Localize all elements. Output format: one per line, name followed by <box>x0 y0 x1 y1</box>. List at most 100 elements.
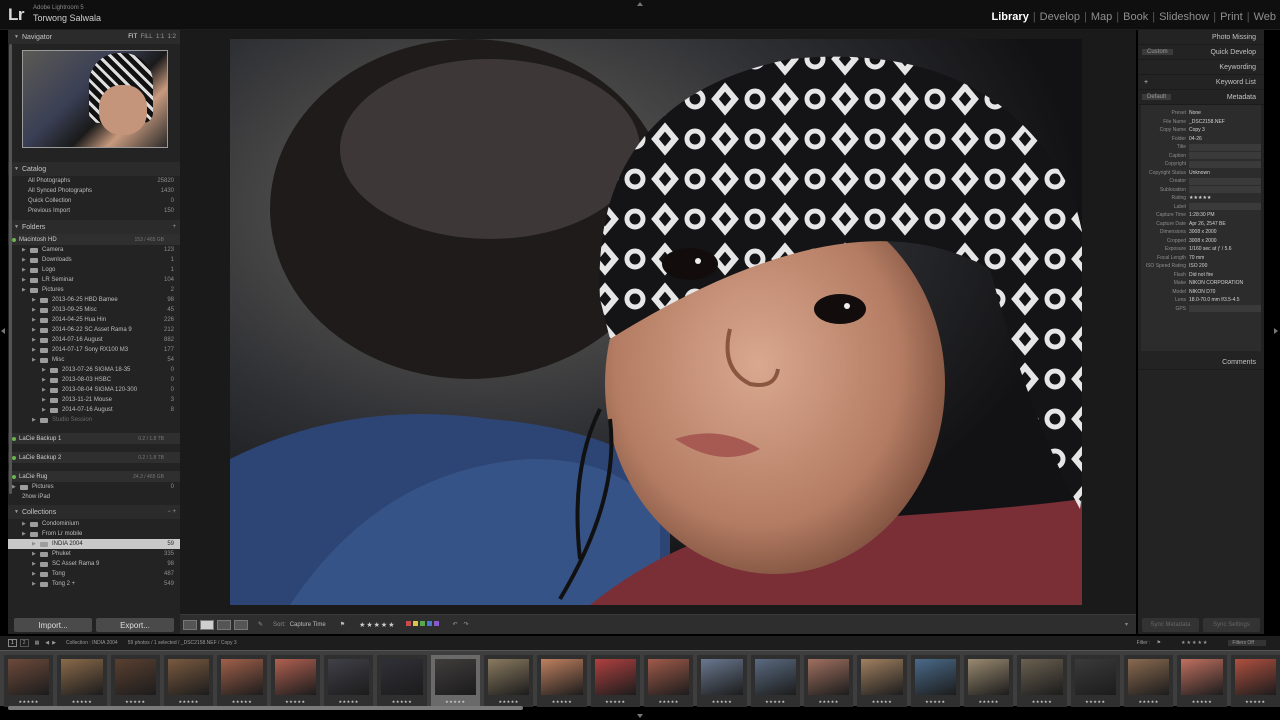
folder-item[interactable]: ▶ 2013-09-25 Misc 45 <box>8 305 180 315</box>
metadata-value[interactable]: 1:28:30 PM <box>1189 212 1261 218</box>
metadata-row[interactable]: Focal Length 70 mm <box>1141 254 1261 263</box>
loupe-view-button[interactable] <box>200 619 214 630</box>
navigator-zoom-options[interactable]: FIT FILL 1:1 1:2 <box>128 34 176 40</box>
export-button[interactable]: Export... <box>96 618 174 632</box>
metadata-row[interactable]: Rating ★★★★★ <box>1141 194 1261 203</box>
survey-view-button[interactable] <box>234 619 248 630</box>
folder-item[interactable]: ▶ Pictures 2 <box>8 285 180 295</box>
disclosure-triangle-icon[interactable]: ▶ <box>42 387 50 393</box>
disclosure-triangle-icon[interactable]: ▶ <box>32 541 40 547</box>
metadata-value[interactable]: Did not fire <box>1189 272 1261 278</box>
back-arrow-icon[interactable]: ◀ <box>45 640 49 646</box>
collections-header[interactable]: ▼ Collections − + <box>8 505 180 519</box>
module-book[interactable]: Book <box>1119 11 1152 23</box>
metadata-row[interactable]: Copyright Status Unknown <box>1141 169 1261 178</box>
catalog-item[interactable]: All Photographs 25820 <box>8 176 180 186</box>
source-label[interactable]: Collection : INDIA 2004 <box>66 640 118 646</box>
zoom-fill[interactable]: FILL <box>141 34 153 40</box>
filmstrip-thumbnail[interactable]: ★★★★★ <box>910 655 960 707</box>
disclosure-triangle-icon[interactable]: ▶ <box>32 347 40 353</box>
metadata-row[interactable]: Flash Did not fire <box>1141 271 1261 280</box>
metadata-value[interactable]: Copy 3 <box>1189 127 1261 133</box>
filmstrip-scrollbar[interactable] <box>8 706 523 710</box>
disclosure-triangle-icon[interactable]: ▶ <box>22 521 30 527</box>
metadata-row[interactable]: ISO Speed Rating ISO 200 <box>1141 262 1261 271</box>
folder-item[interactable]: ▶ LR Seminar 104 <box>8 275 180 285</box>
metadata-value[interactable]: Apr 26, 2547 BE <box>1189 221 1261 227</box>
collections-add-icon[interactable]: − + <box>167 509 176 515</box>
filmstrip-thumbnail[interactable]: ★★★★★ <box>537 655 587 707</box>
metadata-value[interactable]: _DSC2158.NEF <box>1189 119 1261 125</box>
filter-select[interactable]: Filters Off <box>1228 640 1266 646</box>
metadata-value[interactable]: 18.0-70.0 mm f/3.5-4.5 <box>1189 297 1261 303</box>
metadata-row[interactable]: Creator <box>1141 177 1261 186</box>
filmstrip-thumbnail[interactable]: ★★★★★ <box>324 655 374 707</box>
catalog-item[interactable]: Quick Collection 0 <box>8 196 180 206</box>
collection-item[interactable]: ▶ Condominium <box>8 519 180 529</box>
filmstrip-thumbnail[interactable]: ★★★★★ <box>1070 655 1120 707</box>
filmstrip-thumbnail[interactable]: ★★★★★ <box>1017 655 1067 707</box>
metadata-value[interactable] <box>1189 152 1261 160</box>
quick-develop-preset[interactable]: Custom <box>1142 49 1173 55</box>
collection-item[interactable]: ▶ Phuket 335 <box>8 549 180 559</box>
filmstrip-thumbnail[interactable]: ★★★★★ <box>697 655 747 707</box>
disclosure-triangle-icon[interactable]: ▶ <box>32 327 40 333</box>
disclosure-triangle-icon[interactable]: ▶ <box>22 277 30 283</box>
catalog-item[interactable]: Previous Import 150 <box>8 206 180 216</box>
disclosure-triangle-icon[interactable]: ▶ <box>22 247 30 253</box>
filmstrip-thumbnail[interactable]: ★★★★★ <box>57 655 107 707</box>
left-panel-toggle-icon[interactable] <box>1 328 5 334</box>
filmstrip-thumbnail[interactable]: ★★★★★ <box>4 655 54 707</box>
color-label-swatches[interactable] <box>404 621 439 628</box>
metadata-value[interactable]: Unknown <box>1189 170 1261 176</box>
folders-header[interactable]: ▼ Folders + <box>8 220 180 234</box>
collection-item[interactable]: ▶ Tong 2 + 549 <box>8 579 180 589</box>
metadata-row[interactable]: Model NIKON D70 <box>1141 288 1261 297</box>
metadata-row[interactable]: Sublocation <box>1141 186 1261 195</box>
comments-header[interactable]: Comments <box>1138 355 1264 370</box>
keyword-list-header[interactable]: + Keyword List <box>1138 75 1264 90</box>
metadata-value[interactable] <box>1189 305 1261 313</box>
disclosure-triangle-icon[interactable]: ▶ <box>22 257 30 263</box>
filmstrip-thumbnail[interactable]: ★★★★★ <box>964 655 1014 707</box>
disclosure-triangle-icon[interactable]: ▶ <box>42 377 50 383</box>
metadata-row[interactable]: Title <box>1141 143 1261 152</box>
quick-develop-header[interactable]: Custom Quick Develop <box>1138 45 1264 60</box>
filmstrip-thumbnail[interactable]: ★★★★★ <box>217 655 267 707</box>
display-2-button[interactable]: 2 <box>19 639 29 647</box>
top-panel-toggle-icon[interactable] <box>637 2 643 6</box>
add-keyword-icon[interactable]: + <box>1144 79 1148 86</box>
disclosure-triangle-icon[interactable]: ▶ <box>32 297 40 303</box>
folder-item[interactable]: ▶ Logo 1 <box>8 265 180 275</box>
flag-icon[interactable]: ⚑ <box>340 621 345 628</box>
disclosure-triangle-icon[interactable]: ▶ <box>32 417 40 423</box>
metadata-row[interactable]: GPS <box>1141 305 1261 314</box>
folder-item[interactable]: ▶ Downloads 1 <box>8 255 180 265</box>
grid-view-button[interactable] <box>183 619 197 630</box>
folder-item[interactable]: ▶ 2014-07-16 August 8 <box>8 405 180 415</box>
metadata-value[interactable]: NIKON CORPORATION <box>1189 280 1261 286</box>
metadata-row[interactable]: Dimensions 3008 x 2000 <box>1141 228 1261 237</box>
metadata-value[interactable] <box>1189 203 1261 211</box>
folder-item[interactable]: ▶ 2014-06-22 SC Asset Rama 9 212 <box>8 325 180 335</box>
disclosure-triangle-icon[interactable]: ▶ <box>22 287 30 293</box>
collection-item[interactable]: ▶ Tong 487 <box>8 569 180 579</box>
right-panel-toggle-icon[interactable] <box>1274 328 1278 334</box>
metadata-row[interactable]: Capture Date Apr 26, 2547 BE <box>1141 220 1261 229</box>
compare-view-button[interactable] <box>217 619 231 630</box>
navigator-preview[interactable] <box>22 50 168 148</box>
metadata-row[interactable]: Label <box>1141 203 1261 212</box>
metadata-value[interactable]: None <box>1189 110 1261 116</box>
disclosure-triangle-icon[interactable]: ▶ <box>32 337 40 343</box>
zoom-1-1[interactable]: 1:1 <box>156 34 164 40</box>
volume-row[interactable]: LaCie Rug 24.3 / 465 GB <box>8 471 180 482</box>
disclosure-triangle-icon[interactable]: ▶ <box>22 531 30 537</box>
folder-item[interactable]: ▶ 2013-08-03 HSBC 0 <box>8 375 180 385</box>
folder-item[interactable]: ▶ Pictures 0 <box>8 482 180 492</box>
metadata-value[interactable]: 3008 x 2000 <box>1189 229 1261 235</box>
zoom-fit[interactable]: FIT <box>128 34 137 40</box>
metadata-value[interactable]: 1/160 sec at ƒ / 5.6 <box>1189 246 1261 252</box>
disclosure-triangle-icon[interactable]: ▶ <box>12 484 20 490</box>
sort-select[interactable]: Capture Time <box>290 622 326 628</box>
volume-row[interactable]: LaCie Backup 2 0.2 / 1.8 TB <box>8 452 180 463</box>
